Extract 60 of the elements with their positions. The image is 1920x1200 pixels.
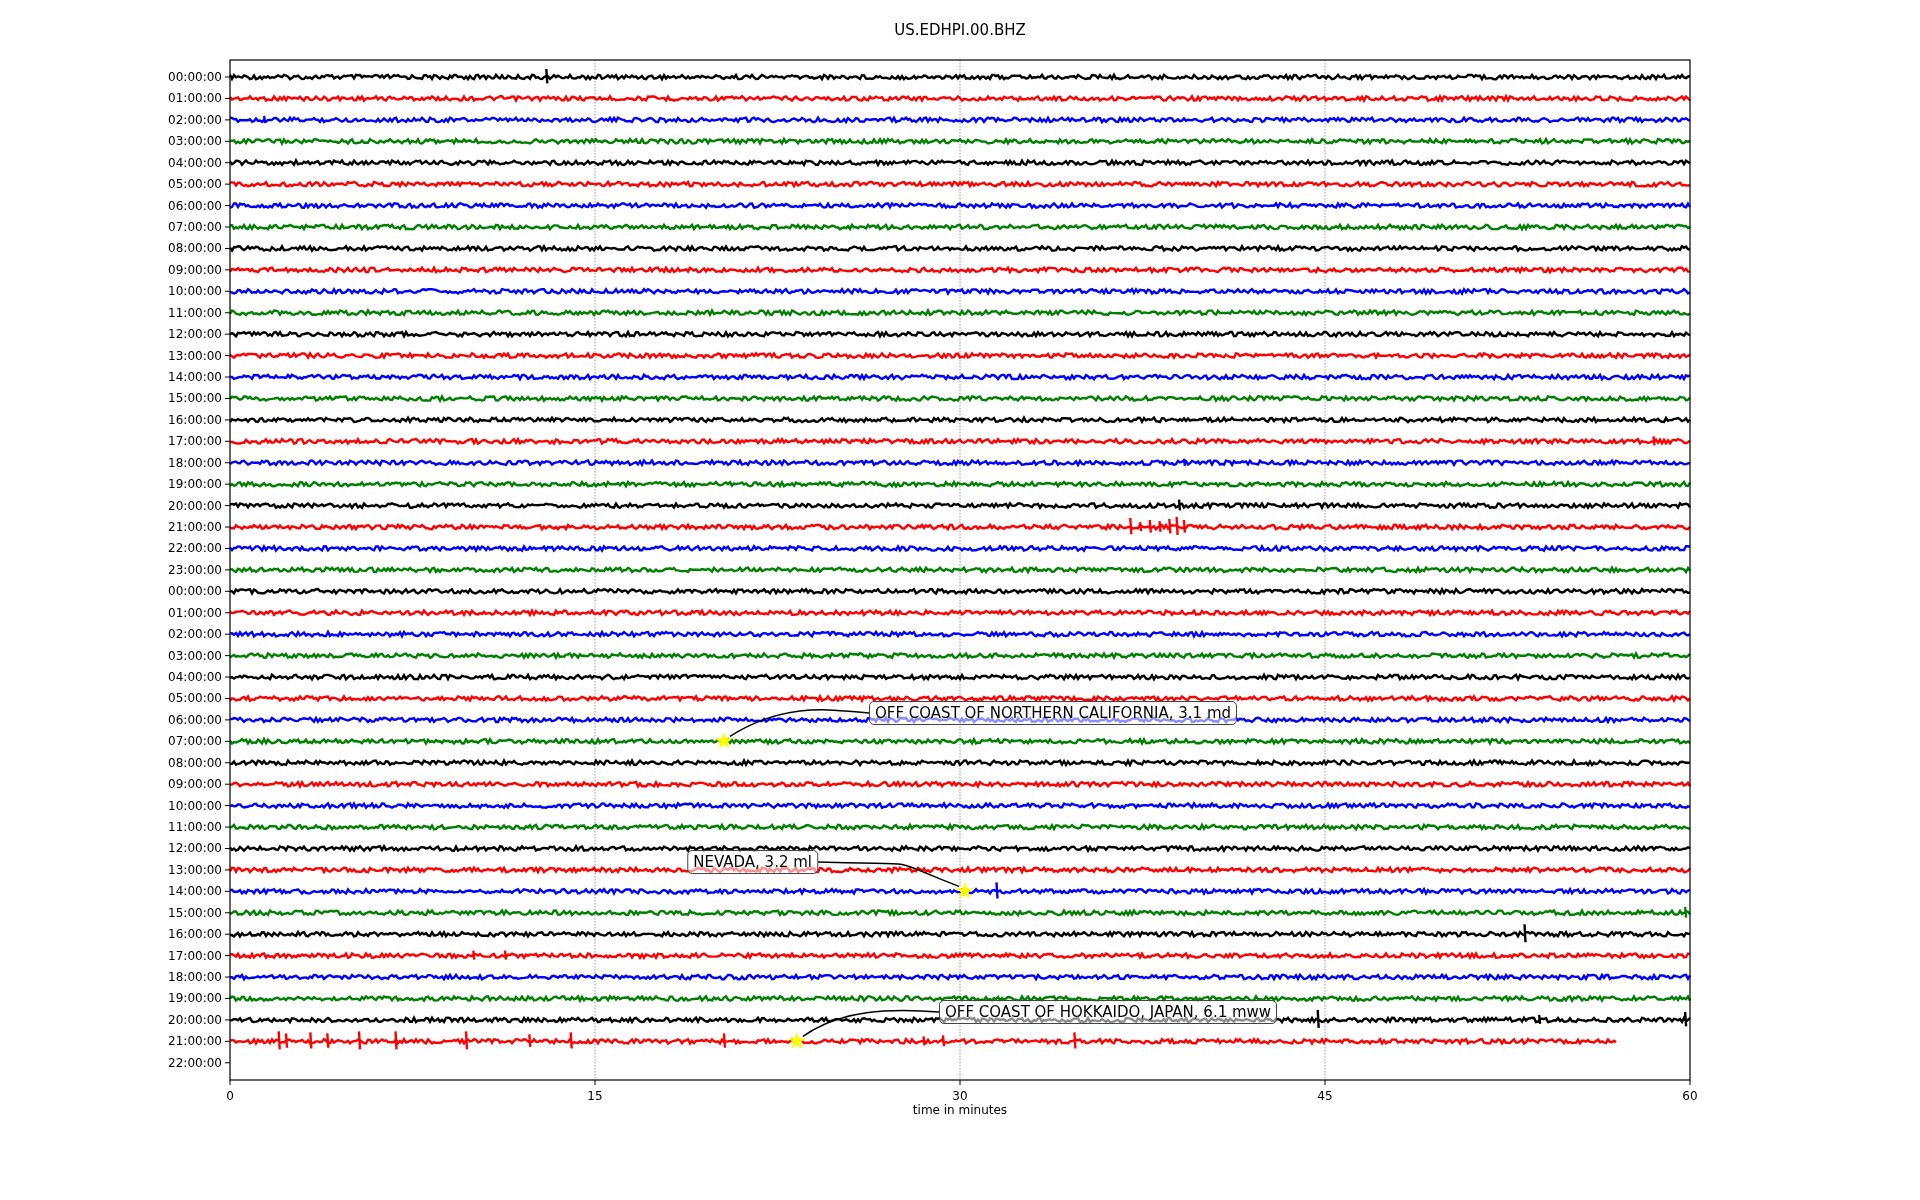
time-label: 00:00:00	[168, 70, 222, 84]
time-label: 10:00:00	[168, 284, 222, 299]
chart-title: US.EDHPI.00.BHZ	[894, 21, 1026, 39]
tick-label: 45	[1317, 1089, 1333, 1103]
time-label: 11:00:00	[168, 305, 222, 320]
event-label: OFF COAST OF HOKKAIDO, JAPAN, 6.1 mww	[939, 1000, 1278, 1024]
time-label: 00:00:00	[168, 584, 222, 599]
time-label: 04:00:00	[168, 670, 222, 685]
time-label: 21:00:00	[168, 520, 222, 535]
time-label: 20:00:00	[168, 498, 222, 513]
time-label: 14:00:00	[168, 370, 222, 384]
time-label: 08:00:00	[168, 755, 222, 770]
time-label: 14:00:00	[168, 884, 222, 899]
time-label: 18:00:00	[168, 970, 222, 985]
time-label: 09:00:00	[168, 262, 222, 277]
axis-label: time in minutes	[912, 1103, 1008, 1117]
time-label: 07:00:00	[168, 220, 222, 234]
time-label: 03:00:00	[168, 134, 222, 149]
time-label: 21:00:00	[168, 1034, 222, 1049]
time-label: 19:00:00	[168, 477, 222, 492]
time-label: 07:00:00	[168, 734, 222, 749]
time-label: 22:00:00	[168, 1055, 222, 1070]
time-label: 23:00:00	[168, 562, 222, 577]
event-label: OFF COAST OF NORTHERN CALIFORNIA, 3.1 md	[869, 701, 1238, 725]
time-label: 01:00:00	[168, 605, 222, 620]
time-label: 12:00:00	[168, 327, 222, 342]
time-label: 06:00:00	[168, 198, 222, 213]
time-label: 04:00:00	[168, 155, 222, 170]
tick-label: 30	[952, 1089, 968, 1103]
time-label: 02:00:00	[168, 627, 222, 642]
event-label: NEVADA, 3.2 ml	[687, 850, 818, 874]
time-label: 01:00:00	[168, 91, 222, 106]
star-marker	[788, 1032, 806, 1049]
time-label: 20:00:00	[168, 1012, 222, 1027]
time-label: 02:00:00	[168, 112, 222, 127]
tick-label: 0	[226, 1089, 234, 1103]
star-marker	[956, 882, 974, 899]
time-label: 05:00:00	[168, 691, 222, 706]
time-label: 06:00:00	[168, 712, 222, 727]
time-label: 18:00:00	[168, 455, 222, 470]
time-label: 11:00:00	[168, 820, 222, 835]
time-label: 17:00:00	[168, 948, 222, 963]
time-label: 10:00:00	[168, 798, 222, 813]
tick-label: 60	[1682, 1089, 1698, 1103]
time-label: 09:00:00	[168, 777, 222, 792]
time-label: 22:00:00	[168, 541, 222, 556]
time-label: 03:00:00	[168, 648, 222, 663]
time-label: 19:00:00	[168, 991, 222, 1006]
time-label: 15:00:00	[168, 905, 222, 920]
time-label: 08:00:00	[168, 241, 222, 256]
time-label: 16:00:00	[168, 412, 222, 427]
time-label: 12:00:00	[168, 841, 222, 856]
tick-label: 15	[587, 1089, 603, 1103]
time-label: 13:00:00	[168, 862, 222, 877]
time-label: 05:00:00	[168, 177, 222, 192]
time-label: 17:00:00	[168, 434, 222, 449]
time-label: 15:00:00	[168, 391, 222, 406]
time-label: 13:00:00	[168, 348, 222, 363]
star-marker	[715, 732, 733, 749]
time-label: 16:00:00	[168, 927, 222, 942]
